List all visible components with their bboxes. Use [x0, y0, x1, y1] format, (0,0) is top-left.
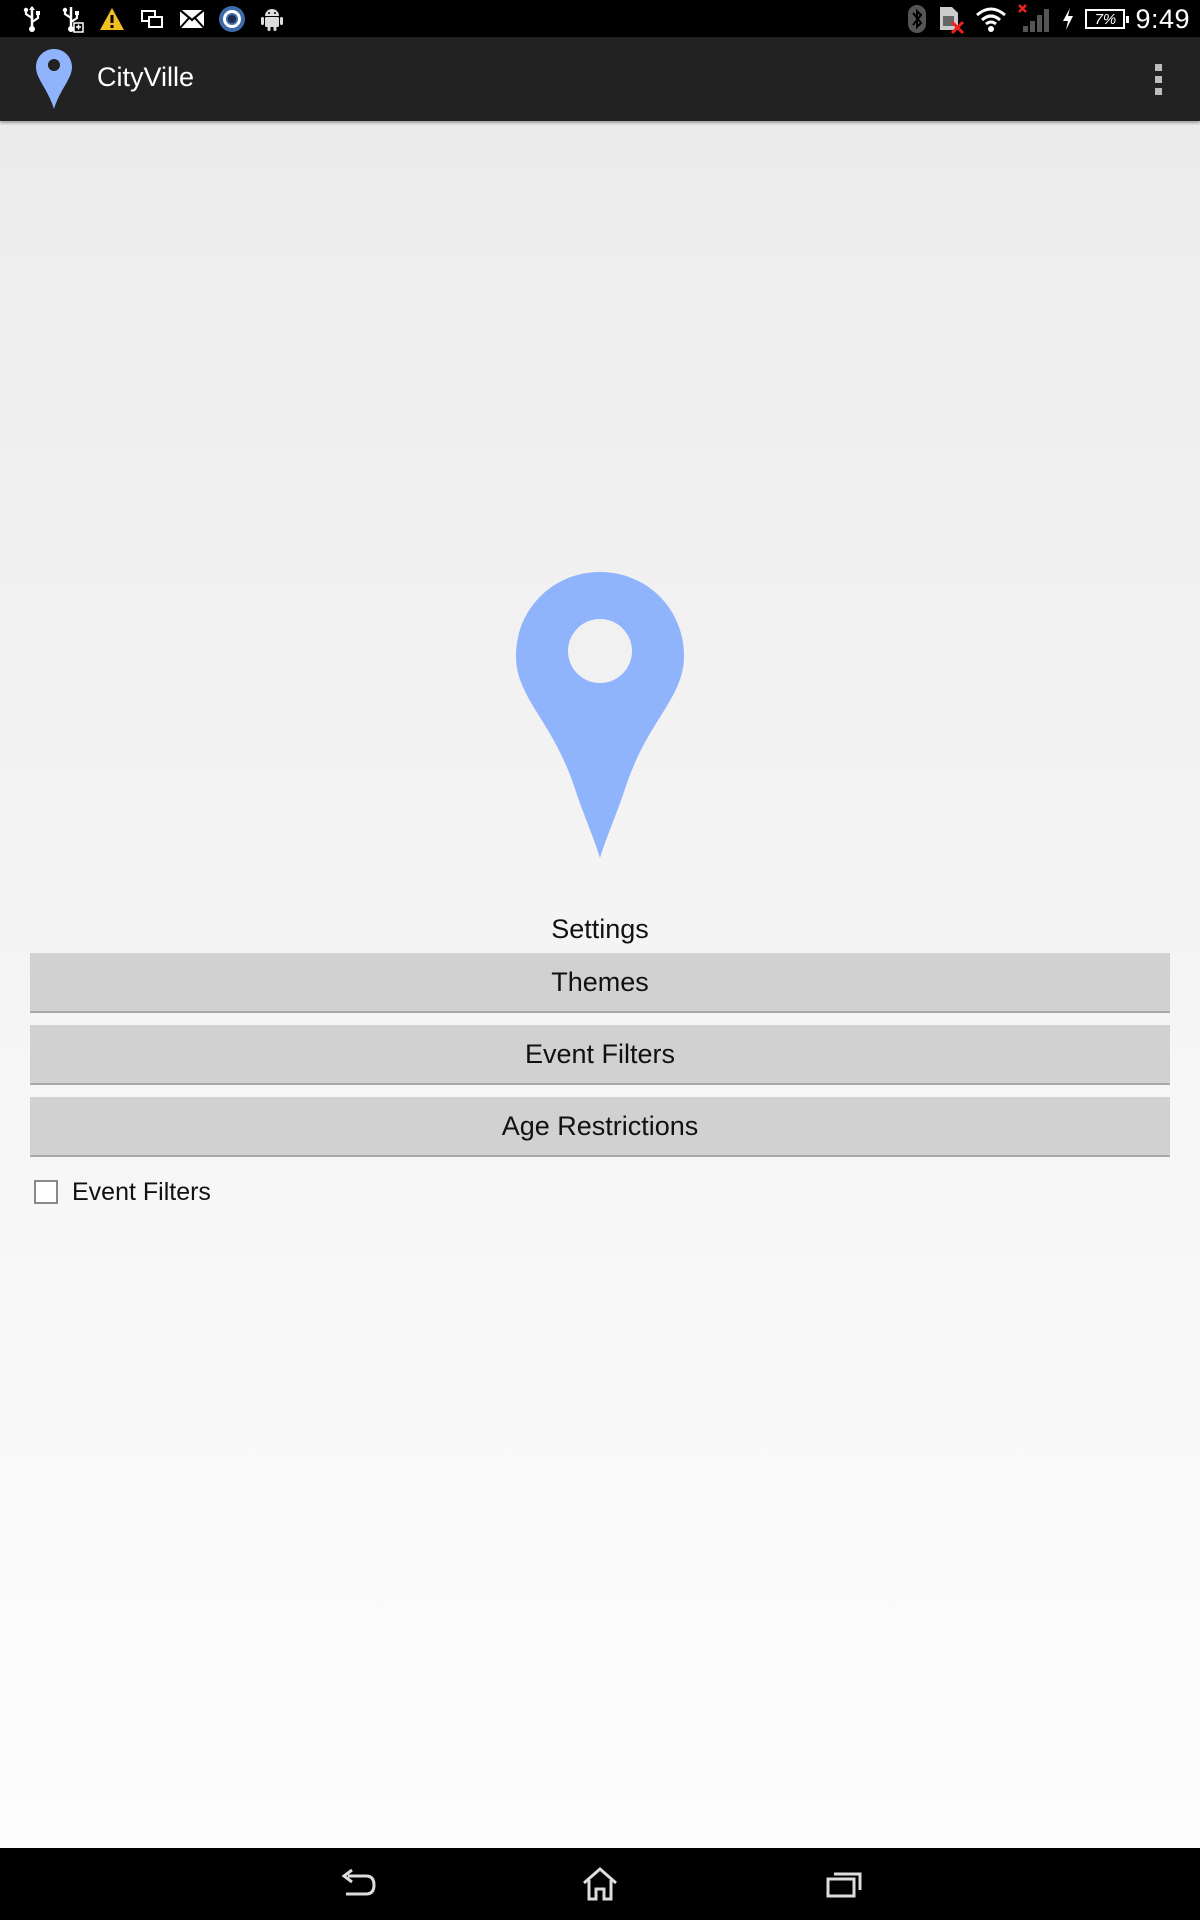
cell-signal-icon: [1017, 4, 1051, 34]
overflow-menu-icon[interactable]: [1130, 51, 1186, 107]
map-pin-icon: [516, 572, 684, 858]
notification-icons: [18, 4, 286, 34]
recents-icon[interactable]: [814, 1860, 874, 1908]
event-filters-checkbox-row[interactable]: Event Filters: [34, 1172, 211, 1212]
status-bar: 7% 9:49: [0, 0, 1200, 37]
settings-heading: Settings: [551, 914, 649, 944]
charging-icon: [1061, 4, 1075, 34]
navigation-bar: [0, 1848, 1200, 1920]
screen-mirror-icon: [138, 5, 166, 33]
system-status-icons: 7% 9:49: [907, 2, 1190, 36]
event-filters-checkbox[interactable]: [34, 1180, 58, 1204]
clock: 9:49: [1135, 3, 1190, 34]
gmail-icon: [178, 5, 206, 33]
map-pin-icon[interactable]: [34, 47, 74, 111]
themes-button[interactable]: Themes: [30, 953, 1170, 1013]
warning-icon: [98, 5, 126, 33]
usb-icon: [18, 5, 46, 33]
event-filters-button[interactable]: Event Filters: [30, 1025, 1170, 1085]
app-title: CityVille: [97, 62, 195, 92]
android-icon: [258, 5, 286, 33]
back-icon[interactable]: [328, 1860, 388, 1908]
battery-icon: 7%: [1085, 9, 1130, 29]
action-bar: CityVille: [0, 37, 1200, 121]
no-sim-icon: [937, 4, 965, 34]
usb-debug-icon: [58, 5, 86, 33]
age-restrictions-button[interactable]: Age Restrictions: [30, 1097, 1170, 1157]
wifi-icon: [975, 4, 1007, 34]
bluetooth-icon: [907, 4, 927, 34]
home-icon[interactable]: [570, 1860, 630, 1908]
camera-app-icon: [218, 5, 246, 33]
checkbox-label: Event Filters: [72, 1177, 211, 1206]
